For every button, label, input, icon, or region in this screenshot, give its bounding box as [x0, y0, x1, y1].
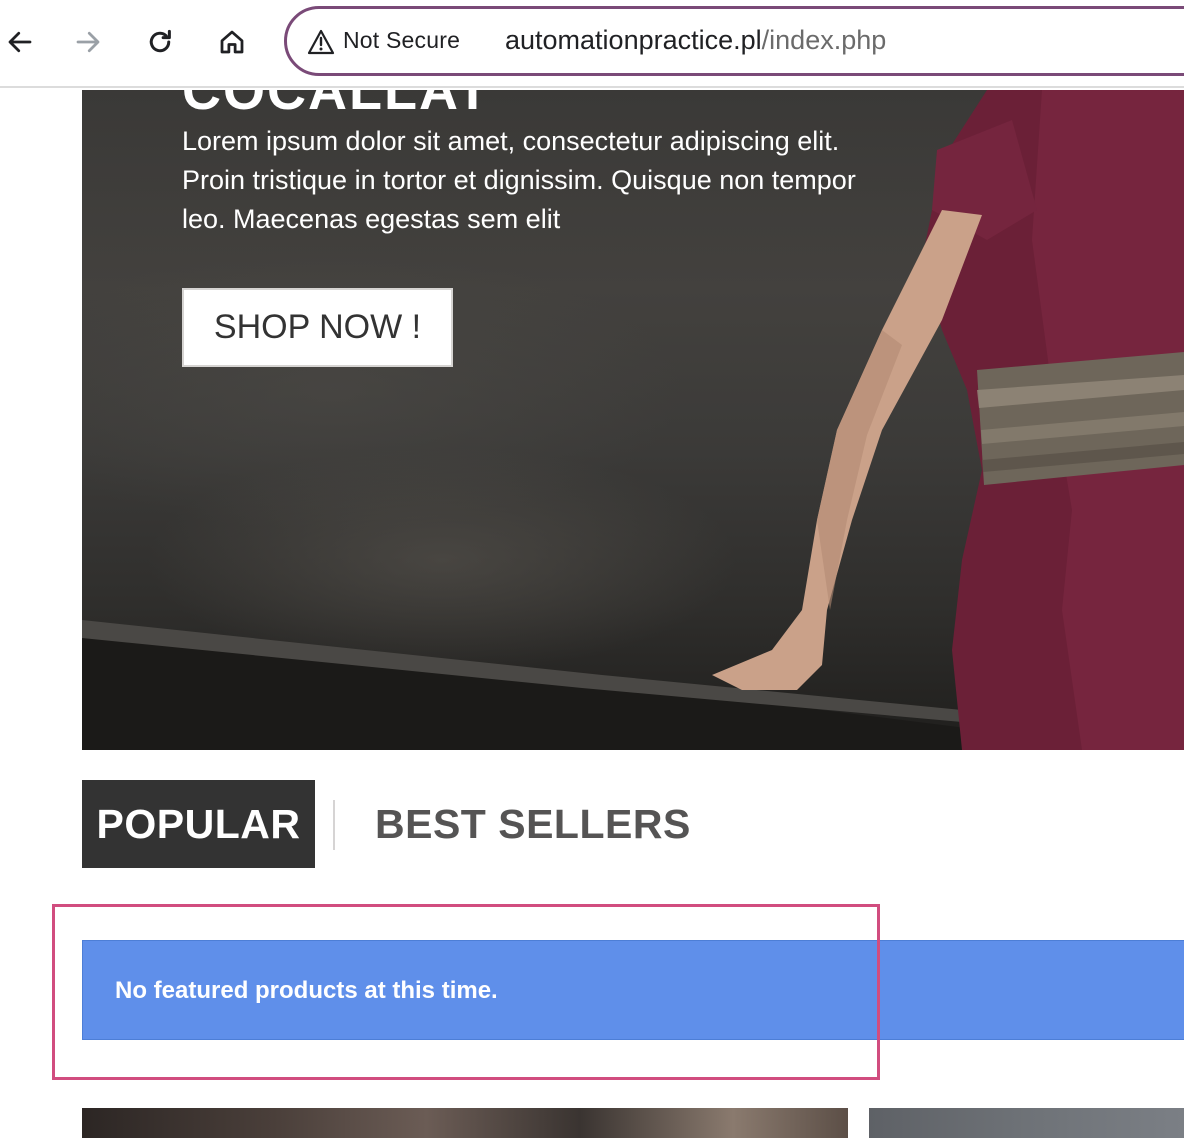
forward-arrow-icon	[76, 31, 100, 53]
shop-now-button[interactable]: SHOP NOW !	[182, 288, 453, 367]
home-button[interactable]	[212, 22, 252, 62]
url-path: /index.php	[761, 25, 887, 55]
reload-icon	[149, 29, 171, 53]
reload-button[interactable]	[140, 22, 180, 62]
security-status-label[interactable]: Not Secure	[343, 27, 460, 54]
no-products-alert: No featured products at this time.	[82, 940, 1184, 1040]
tab-divider	[333, 800, 335, 850]
product-thumbnail-left[interactable]	[82, 1108, 848, 1138]
url-text[interactable]: automationpractice.pl/index.php	[505, 25, 886, 56]
back-button[interactable]	[0, 22, 40, 62]
product-thumbnail-right[interactable]	[869, 1108, 1184, 1138]
browser-toolbar: Not Secure automationpractice.pl/index.p…	[0, 0, 1184, 88]
home-icon	[220, 30, 244, 54]
tab-best-sellers[interactable]: BEST SELLERS	[355, 780, 711, 868]
tab-popular[interactable]: POPULAR	[82, 780, 315, 868]
hero-heading: COCALLAT	[182, 90, 491, 121]
forward-button[interactable]	[68, 22, 108, 62]
alert-message: No featured products at this time.	[115, 977, 498, 1004]
back-arrow-icon	[8, 31, 32, 53]
warning-triangle-icon[interactable]	[307, 29, 335, 55]
hero-description: Lorem ipsum dolor sit amet, consectetur …	[182, 126, 856, 234]
address-bar[interactable]: Not Secure automationpractice.pl/index.p…	[284, 6, 1184, 76]
hero-banner[interactable]: COCALLAT Lorem ipsum dolor sit amet, con…	[82, 90, 1184, 750]
url-host: automationpractice.pl	[505, 25, 762, 55]
